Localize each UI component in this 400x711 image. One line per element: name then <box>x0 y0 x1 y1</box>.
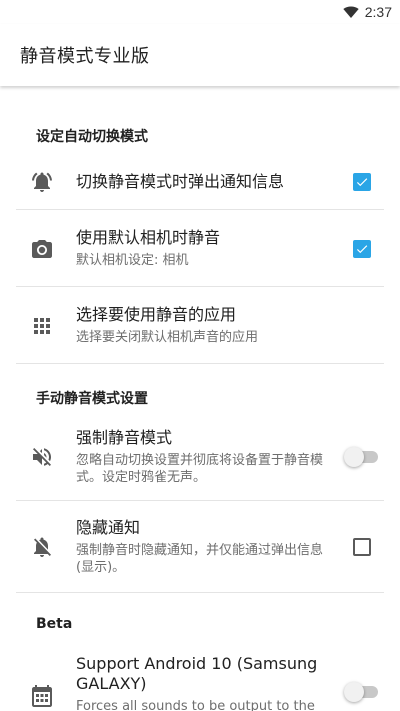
pref-default-camera[interactable]: 使用默认相机时静音 默认相机设定: 相机 <box>16 210 384 287</box>
switch-thumb <box>344 682 364 702</box>
section-header-beta: Beta <box>36 616 73 632</box>
pref-hide-notification[interactable]: 隐藏通知 强制静音时隐藏通知，并仅能通过弹出信息(显示)。 <box>16 501 384 593</box>
pref-notify-on-switch[interactable]: 切换静音模式时弹出通知信息 <box>16 154 384 210</box>
pref-title: 隐藏通知 <box>76 518 141 537</box>
pref-summary: 默认相机设定: 相机 <box>76 253 189 268</box>
support-android10-switch[interactable] <box>344 682 380 702</box>
check-icon <box>356 178 368 187</box>
app-title: 静音模式专业版 <box>20 46 150 67</box>
wifi-icon <box>343 6 359 18</box>
pref-force-silent[interactable]: 强制静音模式 忽略自动切换设置并彻底将设备置于静音模式。设定时鸦雀无声。 <box>16 413 384 501</box>
bell-alert-icon <box>16 170 72 194</box>
pref-summary: 忽略自动切换设置并彻底将设备置于静音模式。设定时鸦雀无声。 <box>76 453 324 485</box>
pref-title: 选择要使用静音的应用 <box>76 305 237 324</box>
default-camera-checkbox[interactable] <box>353 239 371 258</box>
pref-title: Support Android 10 (Samsung GALAXY) <box>76 654 318 693</box>
hide-notification-checkbox[interactable] <box>353 538 371 556</box>
force-silent-switch[interactable] <box>344 447 380 467</box>
pref-title: 使用默认相机时静音 <box>76 228 221 247</box>
section-header-auto: 设定自动切换模式 <box>36 129 148 145</box>
pref-title: 切换静音模式时弹出通知信息 <box>76 172 285 191</box>
status-time: 2:37 <box>364 4 392 20</box>
apps-grid-icon <box>16 314 72 338</box>
check-icon <box>356 244 368 253</box>
camera-icon <box>16 237 72 261</box>
notify-on-switch-checkbox[interactable] <box>353 173 371 191</box>
bell-off-icon <box>16 535 72 559</box>
pref-summary: Forces all sounds to be output to the <box>76 699 315 711</box>
pref-summary: 选择要关闭默认相机声音的应用 <box>76 330 259 345</box>
status-bar: 2:37 <box>0 0 400 24</box>
switch-thumb <box>344 447 364 467</box>
app-bar: 静音模式专业版 <box>0 24 400 86</box>
pref-summary: 强制静音时隐藏通知，并仅能通过弹出信息(显示)。 <box>76 543 324 575</box>
pref-support-android10[interactable]: Support Android 10 (Samsung GALAXY) Forc… <box>16 644 384 711</box>
section-header-manual: 手动静音模式设置 <box>36 391 148 407</box>
pref-title: 强制静音模式 <box>76 428 173 447</box>
pref-choose-apps[interactable]: 选择要使用静音的应用 选择要关闭默认相机声音的应用 <box>16 287 384 364</box>
settings-list[interactable]: 设定自动切换模式 切换静音模式时弹出通知信息 使用默认相机时静音 默认相机设定:… <box>0 86 400 711</box>
calendar-grid-icon <box>16 654 72 708</box>
volume-off-icon <box>16 445 72 469</box>
